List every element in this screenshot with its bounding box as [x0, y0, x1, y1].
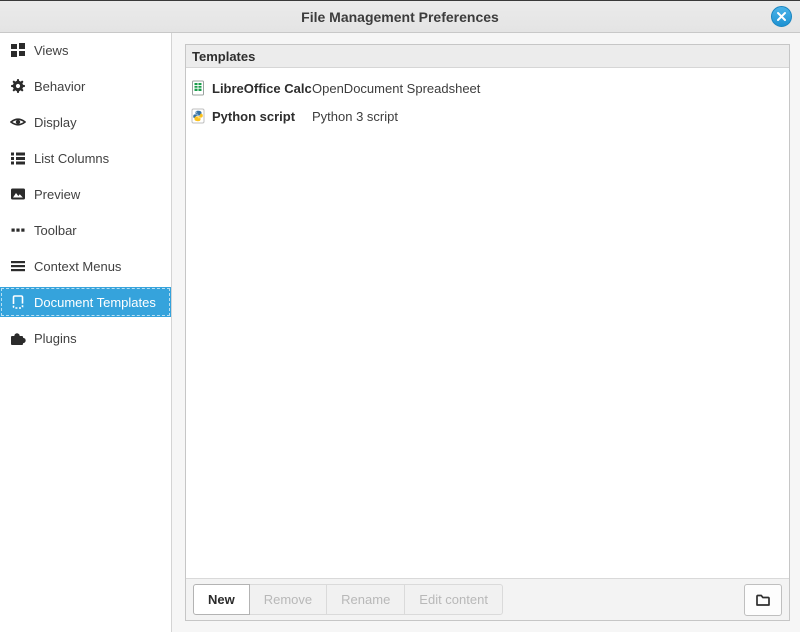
libreoffice-calc-icon: [190, 80, 206, 96]
templates-column-header[interactable]: Templates: [186, 45, 789, 68]
sidebar-item-behavior[interactable]: Behavior: [0, 71, 171, 101]
template-description: OpenDocument Spreadsheet: [312, 81, 480, 96]
remove-template-button[interactable]: Remove: [249, 584, 327, 615]
rename-template-button[interactable]: Rename: [326, 584, 405, 615]
main-area: Templates LibreOffice Calc OpenDocumen: [172, 33, 800, 632]
sidebar-item-label: Toolbar: [34, 223, 77, 238]
close-icon: [776, 11, 787, 22]
window-title: File Management Preferences: [301, 9, 499, 25]
image-preview-icon: [10, 186, 26, 202]
dialog-body: Views Behavior: [0, 33, 800, 632]
close-button[interactable]: [771, 6, 792, 27]
sidebar-item-views[interactable]: Views: [0, 35, 171, 65]
sidebar-item-document-templates[interactable]: Document Templates: [0, 287, 171, 317]
sidebar-item-label: Document Templates: [34, 295, 156, 310]
template-row-python-script[interactable]: Python script Python 3 script: [186, 102, 789, 130]
document-template-icon: [10, 294, 26, 310]
ellipsis-icon: [10, 222, 26, 238]
gear-icon: [10, 78, 26, 94]
python-icon: [190, 108, 206, 124]
folder-icon: [754, 592, 772, 608]
sidebar-item-toolbar[interactable]: Toolbar: [0, 215, 171, 245]
edit-content-button[interactable]: Edit content: [404, 584, 503, 615]
sidebar-item-label: Views: [34, 43, 68, 58]
puzzle-icon: [10, 330, 26, 346]
list-columns-icon: [10, 150, 26, 166]
preferences-window: File Management Preferences Views: [0, 0, 800, 632]
template-name: LibreOffice Calc: [212, 81, 312, 96]
templates-header-label: Templates: [192, 49, 255, 64]
templates-list[interactable]: LibreOffice Calc OpenDocument Spreadshee…: [186, 68, 789, 578]
template-name: Python script: [212, 109, 312, 124]
sidebar-item-label: Behavior: [34, 79, 85, 94]
sidebar-item-label: Context Menus: [34, 259, 121, 274]
sidebar-item-label: Display: [34, 115, 77, 130]
sidebar-item-label: Preview: [34, 187, 80, 202]
template-description: Python 3 script: [312, 109, 398, 124]
sidebar-item-label: Plugins: [34, 331, 77, 346]
menu-lines-icon: [10, 258, 26, 274]
sidebar: Views Behavior: [0, 33, 172, 632]
eye-icon: [10, 114, 26, 130]
templates-toolbar: New Remove Rename Edit content: [186, 578, 789, 620]
template-row-libreoffice-calc[interactable]: LibreOffice Calc OpenDocument Spreadshee…: [186, 74, 789, 102]
titlebar: File Management Preferences: [0, 1, 800, 33]
sidebar-item-plugins[interactable]: Plugins: [0, 323, 171, 353]
templates-list-frame: Templates LibreOffice Calc OpenDocumen: [185, 44, 790, 621]
sidebar-item-list-columns[interactable]: List Columns: [0, 143, 171, 173]
sidebar-item-context-menus[interactable]: Context Menus: [0, 251, 171, 281]
sidebar-item-display[interactable]: Display: [0, 107, 171, 137]
grid-views-icon: [10, 42, 26, 58]
sidebar-item-label: List Columns: [34, 151, 109, 166]
new-template-button[interactable]: New: [193, 584, 250, 615]
template-actions-group: New Remove Rename Edit content: [193, 584, 503, 615]
open-templates-folder-button[interactable]: [744, 584, 782, 616]
sidebar-item-preview[interactable]: Preview: [0, 179, 171, 209]
